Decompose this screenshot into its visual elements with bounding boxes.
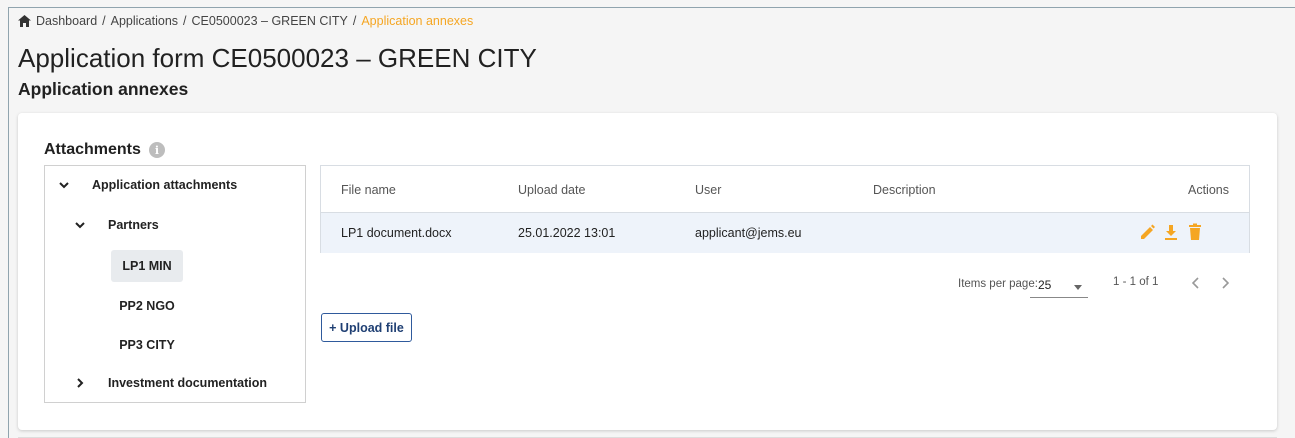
tree-node-label: Application attachments bbox=[92, 178, 238, 192]
pencil-icon[interactable] bbox=[1139, 223, 1155, 241]
column-header-description[interactable]: Description bbox=[873, 183, 936, 197]
page-title: Application form CE0500023 – GREEN CITY bbox=[18, 43, 537, 73]
home-icon[interactable] bbox=[18, 15, 31, 27]
attachment-tree: Application attachments Partners LP1 MIN… bbox=[44, 165, 306, 403]
tree-node-partners[interactable]: Partners bbox=[73, 218, 159, 232]
cell-user: applicant@jems.eu bbox=[695, 226, 802, 240]
column-header-actions: Actions bbox=[1188, 183, 1229, 197]
breadcrumb-separator: / bbox=[352, 14, 357, 28]
tree-node-investment-documentation[interactable]: Investment documentation bbox=[73, 376, 267, 390]
breadcrumb: Dashboard / Applications / CE0500023 – G… bbox=[18, 14, 473, 28]
info-icon[interactable]: i bbox=[148, 142, 165, 158]
cell-file-name: LP1 document.docx bbox=[341, 226, 452, 240]
breadcrumb-separator: / bbox=[183, 14, 187, 28]
page-subtitle: Application annexes bbox=[18, 79, 189, 99]
upload-file-button[interactable]: + Upload file bbox=[321, 313, 412, 342]
next-page-button[interactable] bbox=[1215, 273, 1235, 293]
chevron-right-icon bbox=[1222, 277, 1229, 289]
chevron-down-icon[interactable] bbox=[57, 178, 71, 192]
items-per-page-label: Items per page: bbox=[958, 278, 1038, 290]
page-range: 1 - 1 of 1 bbox=[1113, 276, 1159, 288]
tree-leaf-lp1[interactable]: LP1 MIN bbox=[111, 250, 183, 282]
chevron-down-icon[interactable] bbox=[73, 218, 87, 232]
breadcrumb-dashboard[interactable]: Dashboard bbox=[36, 14, 97, 28]
chevron-right-icon[interactable] bbox=[73, 376, 87, 390]
breadcrumb-separator: / bbox=[102, 14, 106, 28]
dropdown-caret-icon bbox=[1074, 285, 1082, 290]
column-header-upload-date[interactable]: Upload date bbox=[518, 183, 585, 197]
breadcrumb-current: Application annexes bbox=[361, 14, 474, 28]
table-header: File name Upload date User Description A… bbox=[321, 166, 1249, 213]
trash-icon[interactable] bbox=[1187, 223, 1203, 241]
breadcrumb-application[interactable]: CE0500023 – GREEN CITY bbox=[192, 14, 348, 28]
tree-node-label: Partners bbox=[108, 218, 159, 232]
page-size-value: 25 bbox=[1038, 278, 1052, 292]
column-header-user[interactable]: User bbox=[695, 183, 721, 197]
chevron-left-icon bbox=[1192, 277, 1199, 289]
column-header-file-name[interactable]: File name bbox=[341, 183, 396, 197]
previous-page-button[interactable] bbox=[1186, 273, 1206, 293]
attachments-title: Attachments bbox=[44, 141, 141, 158]
attachments-table: File name Upload date User Description A… bbox=[320, 165, 1250, 253]
cell-upload-date: 25.01.2022 13:01 bbox=[518, 226, 616, 240]
attachments-heading: Attachments i bbox=[44, 141, 165, 159]
tree-node-application-attachments[interactable]: Application attachments bbox=[57, 178, 237, 192]
table-row[interactable]: LP1 document.docx 25.01.2022 13:01 appli… bbox=[321, 213, 1249, 253]
tree-leaf-pp2[interactable]: PP2 NGO bbox=[111, 290, 183, 322]
tree-leaf-pp3[interactable]: PP3 CITY bbox=[111, 329, 183, 361]
download-icon[interactable] bbox=[1163, 223, 1179, 241]
tree-node-label: Investment documentation bbox=[108, 376, 268, 390]
attachments-card: Attachments i Application attachments Pa… bbox=[18, 113, 1277, 430]
breadcrumb-applications[interactable]: Applications bbox=[111, 14, 178, 28]
page-size-select[interactable]: 25 bbox=[1030, 275, 1088, 298]
